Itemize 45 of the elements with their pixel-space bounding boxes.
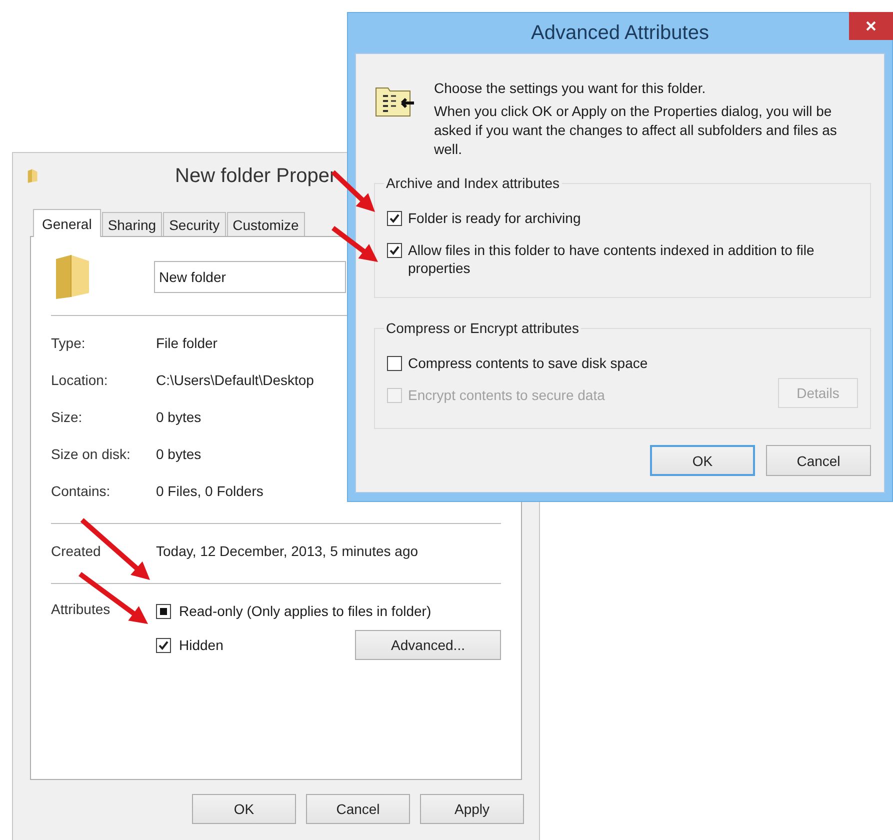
dialog-button[interactable]: Cancel — [306, 794, 410, 824]
dialog-button[interactable]: Apply — [420, 794, 524, 824]
checkbox-label: Encrypt contents to secure data — [408, 386, 605, 404]
checkbox[interactable] — [156, 638, 171, 652]
property-value: Today, 12 December, 2013, 5 minutes ago — [156, 542, 418, 558]
group-title: Archive and Index attributes — [385, 175, 561, 191]
tab[interactable]: Customize — [226, 212, 305, 236]
property-value: C:\Users\Default\Desktop — [156, 372, 314, 388]
property-value: 0 bytes — [156, 408, 202, 424]
dialog-button[interactable]: Cancel — [766, 445, 871, 476]
checkbox[interactable] — [156, 604, 171, 618]
property-label: Size: — [51, 408, 84, 424]
folder-icon — [27, 167, 39, 185]
window-title: New folder Proper — [175, 164, 336, 188]
name-field[interactable]: New folder — [154, 261, 346, 293]
property-label: Location: — [51, 372, 109, 388]
instruction-text: Choose the settings you want for this folder. — [434, 80, 707, 96]
checkbox-label: Hidden — [179, 637, 224, 653]
close-button[interactable] — [849, 12, 893, 40]
property-value: File folder — [156, 334, 218, 350]
group-title: Compress or Encrypt attributes — [385, 320, 580, 336]
window-title: Advanced Attributes — [531, 22, 709, 44]
annotation-arrow — [332, 226, 378, 262]
checkbox[interactable] — [387, 356, 402, 371]
checkbox[interactable] — [387, 211, 402, 226]
property-label: Contains: — [51, 482, 112, 498]
checkbox-label: Read-only (Only applies to files in folder) — [179, 603, 432, 619]
property-value: 0 bytes — [156, 446, 202, 462]
checkbox[interactable] — [387, 243, 402, 258]
property-label: Size on disk: — [51, 446, 132, 462]
tab[interactable]: Security — [163, 212, 226, 236]
property-label: Type: — [51, 334, 86, 350]
dialog-button[interactable]: OK — [650, 445, 755, 476]
tab[interactable]: General — [33, 209, 101, 237]
property-value: 0 Files, 0 Folders — [156, 482, 264, 498]
checkbox-label: Folder is ready for archiving — [408, 209, 581, 227]
dialog-button[interactable]: OK — [192, 794, 296, 824]
description-text: When you click OK or Apply on the Properties dialog, you will be asked if you want the changes to affect all subfolders and files as well. — [434, 102, 838, 159]
advanced-button[interactable]: Advanced... — [355, 630, 501, 660]
property-label: Created — [51, 542, 102, 558]
checkbox-label: Allow files in this folder to have contents indexed in addition to file properties — [408, 241, 816, 277]
close-icon — [865, 20, 877, 32]
checkbox-label: Compress contents to save disk space — [408, 354, 648, 372]
tab[interactable]: Sharing — [102, 212, 162, 236]
property-label: Attributes — [51, 600, 112, 619]
